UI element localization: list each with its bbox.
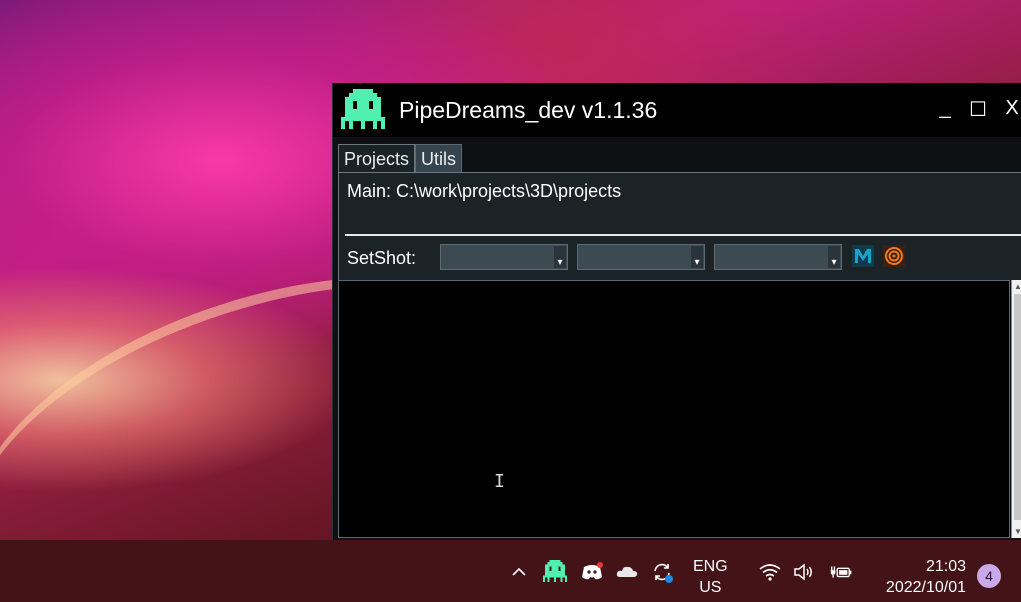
- onedrive-cloud-icon[interactable]: [615, 560, 639, 584]
- setshot-label: SetShot:: [347, 248, 417, 268]
- minimize-button[interactable]: _: [933, 97, 957, 120]
- title-bar[interactable]: PipeDreams_dev v1.1.36 _ ☐ X: [333, 83, 1021, 137]
- space-invader-icon: [341, 89, 385, 129]
- keyboard-layout: US: [699, 579, 722, 596]
- wifi-icon[interactable]: [758, 560, 782, 584]
- scrollbar-thumb[interactable]: [1014, 294, 1021, 520]
- separator: [345, 234, 1021, 236]
- console-output[interactable]: I: [338, 280, 1010, 538]
- setshot-dropdown-2[interactable]: ▾: [577, 244, 705, 270]
- window-title: PipeDreams_dev v1.1.36: [399, 97, 658, 123]
- setshot-dropdown-1[interactable]: ▾: [440, 244, 568, 270]
- chevron-down-icon: ▾: [554, 246, 566, 268]
- chevron-up-icon[interactable]: [509, 562, 529, 582]
- projects-panel: Main: C:\work\projects\3D\projects SetSh…: [338, 172, 1021, 280]
- chevron-down-icon: ▾: [828, 246, 840, 268]
- tab-projects[interactable]: Projects: [338, 144, 416, 173]
- maximize-button[interactable]: ☐: [966, 97, 990, 122]
- language-code: ENG: [693, 558, 728, 575]
- console-scrollbar[interactable]: ▲ ▼: [1011, 280, 1021, 538]
- main-path-label: Main: C:\work\projects\3D\projects: [347, 181, 622, 201]
- chevron-down-icon: ▾: [691, 246, 703, 268]
- notification-badge[interactable]: 4: [977, 564, 1001, 588]
- maya-icon[interactable]: [852, 245, 874, 267]
- battery-charging-icon[interactable]: [828, 560, 852, 584]
- scroll-up-icon[interactable]: ▲: [1012, 282, 1021, 291]
- clock-time: 21:03: [925, 558, 966, 575]
- setshot-dropdown-3[interactable]: ▾: [714, 244, 842, 270]
- space-invader-icon[interactable]: [543, 560, 567, 584]
- tab-utils[interactable]: Utils: [415, 144, 463, 173]
- houdini-icon[interactable]: [883, 245, 905, 267]
- language-indicator[interactable]: ENG US: [693, 556, 728, 598]
- tab-bar: Projects Utils: [338, 144, 463, 173]
- scroll-down-icon[interactable]: ▼: [1012, 527, 1021, 536]
- discord-icon[interactable]: [580, 560, 604, 584]
- clock[interactable]: 21:03 2022/10/01: [876, 556, 966, 598]
- app-window: PipeDreams_dev v1.1.36 _ ☐ X Projects Ut…: [332, 83, 1021, 540]
- volume-icon[interactable]: [792, 560, 816, 584]
- text-cursor: I: [494, 471, 505, 492]
- sync-icon[interactable]: [650, 560, 674, 584]
- clock-date: 2022/10/01: [885, 579, 966, 596]
- close-button[interactable]: X: [1000, 97, 1021, 120]
- taskbar: ENG US 21:03 2022/10/01 4: [0, 540, 1021, 602]
